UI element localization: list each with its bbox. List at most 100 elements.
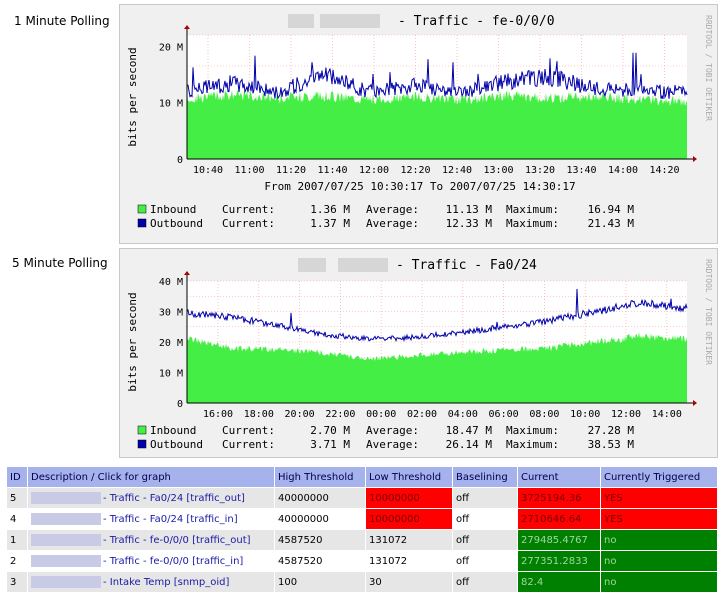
legend-series-name: Outbound <box>150 217 203 230</box>
x-tick-label: 14:00 <box>608 165 638 176</box>
rrdtool-credit: RRDTOOL / TOBI OETIKER <box>704 15 713 121</box>
graph-link[interactable]: - Traffic - Fa0/24 [traffic_out] <box>103 493 245 504</box>
redacted-host <box>31 492 101 504</box>
legend-maximum-label: Maximum: <box>506 203 559 216</box>
legend-series-name: Inbound <box>150 203 196 216</box>
col-description: Description / Click for graph <box>27 466 275 488</box>
x-tick-label: 14:00 <box>652 409 682 420</box>
x-tick-label: 00:00 <box>366 409 396 420</box>
y-tick-label: 10 M <box>159 369 183 380</box>
outbound-swatch <box>137 218 147 228</box>
cell-id: 4 <box>6 508 28 530</box>
graph-link[interactable]: - Traffic - fe-0/0/0 [traffic_in] <box>103 556 243 567</box>
x-tick-label: 08:00 <box>529 409 559 420</box>
legend-current-label: Current: <box>222 438 275 451</box>
x-tick-label: 12:00 <box>611 409 641 420</box>
y-tick-label: 0 <box>177 399 183 410</box>
cell-description: - Intake Temp [snmp_oid] <box>27 571 275 593</box>
y-axis-arrow <box>184 25 190 29</box>
legend-average-value: 18.47 M <box>446 424 493 437</box>
traffic-graph-5min[interactable]: - Traffic - Fa0/24 RRDTOOL / TOBI OETIKER… <box>119 248 718 458</box>
traffic-graph-1min[interactable]: - Traffic - fe-0/0/0 RRDTOOL / TOBI OETIK… <box>119 4 718 244</box>
y-axis-label: bits per second <box>126 47 139 146</box>
x-tick-label: 16:00 <box>203 409 233 420</box>
x-tick-label: 12:00 <box>359 165 389 176</box>
x-tick-label: 02:00 <box>407 409 437 420</box>
cell-id: 1 <box>6 529 28 551</box>
inbound-swatch <box>137 204 147 214</box>
x-tick-label: 12:40 <box>442 165 472 176</box>
x-tick-label: 11:00 <box>234 165 264 176</box>
y-tick-label: 40 M <box>159 277 183 288</box>
cell-description: - Traffic - Fa0/24 [traffic_in] <box>27 508 275 530</box>
cell-low-threshold: 30 <box>365 571 453 593</box>
x-tick-label: 13:00 <box>483 165 513 176</box>
cell-high-threshold: 40000000 <box>274 508 366 530</box>
cell-description: - Traffic - fe-0/0/0 [traffic_in] <box>27 550 275 572</box>
legend-current-label: Current: <box>222 217 275 230</box>
threshold-table: ID Description / Click for graph High Th… <box>6 466 718 593</box>
x-tick-label: 13:40 <box>566 165 596 176</box>
cell-current: 279485.4767 <box>517 529 601 551</box>
y-tick-label: 20 M <box>159 338 183 349</box>
x-tick-label: 06:00 <box>489 409 519 420</box>
graph-title: - Traffic - fe-0/0/0 <box>398 14 555 29</box>
table-row[interactable]: 2 - Traffic - fe-0/0/0 [traffic_in] 458752… <box>6 550 718 572</box>
col-current: Current <box>517 466 601 488</box>
legend-average-label: Average: <box>366 424 419 437</box>
x-tick-label: 10:40 <box>193 165 223 176</box>
x-tick-label: 04:00 <box>448 409 478 420</box>
x-tick-label: 14:20 <box>649 165 679 176</box>
legend-series-name: Outbound <box>150 438 203 451</box>
table-row[interactable]: 3 - Intake Temp [snmp_oid] 100 30 off 82.4 no <box>6 571 718 593</box>
legend-maximum-label: Maximum: <box>506 217 559 230</box>
polling-label-1min: 1 Minute Polling <box>14 14 110 28</box>
table-row[interactable]: 4 - Traffic - Fa0/24 [traffic_in] 40000000… <box>6 508 718 530</box>
x-tick-label: 22:00 <box>325 409 355 420</box>
cell-triggered: no <box>600 529 718 551</box>
legend-maximum-label: Maximum: <box>506 438 559 451</box>
graph-title: - Traffic - Fa0/24 <box>396 258 537 273</box>
x-tick-label: 18:00 <box>244 409 274 420</box>
legend-current-value: 3.71 M <box>310 438 350 451</box>
col-baselining: Baselining <box>452 466 518 488</box>
cell-high-threshold: 40000000 <box>274 487 366 509</box>
cell-baselining: off <box>452 571 518 593</box>
table-row[interactable]: 1 - Traffic - fe-0/0/0 [traffic_out] 45875… <box>6 529 718 551</box>
redacted-host <box>31 513 101 525</box>
legend-current-value: 1.36 M <box>310 203 350 216</box>
cell-current: 3725194.36 <box>517 487 601 509</box>
cell-baselining: off <box>452 529 518 551</box>
cell-baselining: off <box>452 550 518 572</box>
table-row[interactable]: 5 - Traffic - Fa0/24 [traffic_out] 4000000… <box>6 487 718 509</box>
cell-id: 3 <box>6 571 28 593</box>
cell-id: 2 <box>6 550 28 572</box>
outbound-swatch <box>137 439 147 449</box>
y-axis-arrow <box>184 271 190 275</box>
col-currently-triggered: Currently Triggered <box>600 466 718 488</box>
cell-high-threshold: 4587520 <box>274 550 366 572</box>
y-axis-label: bits per second <box>126 292 139 391</box>
graph-link[interactable]: - Traffic - fe-0/0/0 [traffic_out] <box>103 535 251 546</box>
cell-baselining: off <box>452 508 518 530</box>
legend-current-label: Current: <box>222 424 275 437</box>
cell-current: 2710646.64 <box>517 508 601 530</box>
redacted-host <box>338 258 388 272</box>
legend-current-label: Current: <box>222 203 275 216</box>
graph-link[interactable]: - Intake Temp [snmp_oid] <box>103 577 229 588</box>
x-axis-arrow <box>693 156 697 162</box>
cell-high-threshold: 100 <box>274 571 366 593</box>
cell-low-threshold: 10000000 <box>365 487 453 509</box>
cell-triggered: YES <box>600 487 718 509</box>
graph-canvas: - Traffic - fe-0/0/0 RRDTOOL / TOBI OETIK… <box>126 14 713 230</box>
x-tick-label: 11:20 <box>276 165 306 176</box>
redacted-host <box>31 534 101 546</box>
col-low-threshold: Low Threshold <box>365 466 453 488</box>
y-tick-label: 30 M <box>159 308 183 319</box>
graph-canvas: - Traffic - Fa0/24 RRDTOOL / TOBI OETIKER… <box>126 258 713 451</box>
graph-link[interactable]: - Traffic - Fa0/24 [traffic_in] <box>103 514 238 525</box>
redacted-host <box>31 555 101 567</box>
cell-low-threshold: 131072 <box>365 550 453 572</box>
polling-label-5min: 5 Minute Polling <box>12 256 108 270</box>
legend-average-value: 12.33 M <box>446 217 493 230</box>
